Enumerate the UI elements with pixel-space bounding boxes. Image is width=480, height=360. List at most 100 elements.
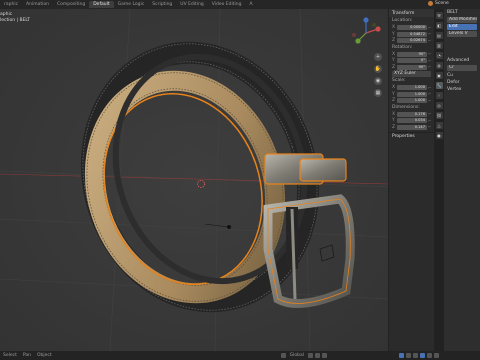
pan-hand-icon[interactable]: ✋ bbox=[374, 65, 382, 73]
lock-icon[interactable]: ⌐ bbox=[428, 99, 432, 103]
modifier-tab-icon[interactable]: 🔧 bbox=[435, 82, 443, 89]
dimensions-x-row: X 0.176 ⌐ bbox=[392, 111, 432, 117]
object-tab-icon[interactable]: ▣ bbox=[435, 72, 443, 79]
dimensions-z-field[interactable]: 0.147 bbox=[397, 124, 427, 130]
lock-icon[interactable]: ⌐ bbox=[428, 39, 432, 43]
xray-icon[interactable] bbox=[406, 353, 411, 358]
location-z-field[interactable]: 0.02674 bbox=[397, 38, 427, 43]
lock-icon[interactable]: ⌐ bbox=[428, 112, 432, 116]
scale-x-row: X 1.000 ⌐ bbox=[392, 85, 432, 91]
data-tab-icon[interactable]: △ bbox=[435, 122, 443, 129]
advanced-option-2[interactable]: Cu bbox=[444, 72, 480, 79]
lock-icon[interactable]: ⌐ bbox=[428, 65, 432, 69]
constraints-tab-icon[interactable]: ⛓ bbox=[435, 112, 443, 119]
shading-solid-icon[interactable] bbox=[420, 353, 425, 358]
scale-y-field[interactable]: 1.000 bbox=[397, 91, 427, 97]
tab-video-editing[interactable]: Video Editing bbox=[208, 1, 246, 8]
transform-orientation-dropdown[interactable]: Global bbox=[287, 353, 307, 358]
dimensions-y-field[interactable]: 0.034 bbox=[397, 118, 427, 123]
status-select: Select bbox=[3, 353, 17, 358]
properties-editor: BELT Add Modifier Edit Levels V Advanced… bbox=[444, 9, 480, 351]
rotation-label: Rotation: bbox=[392, 44, 413, 50]
scene-selector[interactable]: Scene bbox=[435, 1, 449, 6]
tab-uv-editing[interactable]: UV Editing bbox=[176, 1, 207, 8]
location-label: Location: bbox=[392, 18, 413, 23]
view-layer-tab-icon[interactable]: ▥ bbox=[435, 42, 443, 49]
tool-tab-icon[interactable]: ⚒ bbox=[435, 12, 443, 19]
tab-compositing[interactable]: Compositing bbox=[53, 1, 89, 8]
subdivision-edit-button[interactable]: Edit bbox=[447, 24, 477, 30]
pivot-icon[interactable] bbox=[308, 353, 313, 358]
particles-tab-icon[interactable]: ⁘ bbox=[435, 92, 443, 99]
tab-game-logic[interactable]: Game Logic bbox=[114, 1, 149, 8]
transform-orientation-icon[interactable] bbox=[280, 353, 286, 358]
object-name-row[interactable]: BELT bbox=[444, 9, 480, 16]
lock-icon[interactable]: ⌐ bbox=[428, 119, 432, 123]
location-z-row: Z 0.02674 ⌐ bbox=[392, 38, 432, 44]
snap-icon[interactable] bbox=[315, 353, 320, 358]
lock-icon[interactable]: ⌐ bbox=[428, 125, 432, 129]
rotation-z-row: Z 90° ⌐ bbox=[392, 64, 432, 70]
location-x-row: X 0.00000 ⌐ bbox=[392, 25, 432, 31]
tab-scripting[interactable]: Scripting bbox=[148, 1, 176, 8]
scene-tab-icon[interactable]: ◔ bbox=[435, 52, 443, 59]
location-x-field[interactable]: 0.00000 bbox=[397, 25, 427, 30]
workspace-tabs-bar: raphic Animation Compositing Default Gam… bbox=[0, 0, 480, 9]
viewport-nav-tools: + ✋ ◉ ▦ bbox=[374, 53, 382, 97]
rotation-y-row: Y 0° ⌐ bbox=[392, 58, 432, 64]
transform-header[interactable]: Transform bbox=[389, 9, 434, 17]
tab-graphic[interactable]: raphic bbox=[0, 1, 22, 8]
lock-icon[interactable]: ⌐ bbox=[428, 32, 432, 36]
advanced-option-3[interactable]: Defor bbox=[444, 79, 480, 86]
scale-y-row: Y 1.000 ⌐ bbox=[392, 91, 432, 97]
location-y-row: Y 0.54872 ⌐ bbox=[392, 31, 432, 37]
advanced-option-1[interactable]: Cr bbox=[447, 65, 477, 71]
3d-viewport[interactable]: aphic lection | BELT + ✋ ◉ ▦ bbox=[0, 9, 388, 351]
physics-tab-icon[interactable]: ◎ bbox=[435, 102, 443, 109]
viewport-collection-name: lection | BELT bbox=[0, 18, 31, 23]
camera-view-icon[interactable]: ◉ bbox=[374, 77, 382, 85]
advanced-section[interactable]: Advanced bbox=[444, 57, 480, 64]
material-tab-icon[interactable]: ● bbox=[435, 132, 443, 139]
rotation-x-row: X 90° ⌐ bbox=[392, 51, 432, 57]
world-tab-icon[interactable]: ◍ bbox=[435, 62, 443, 69]
proportional-edit-icon[interactable] bbox=[322, 353, 327, 358]
lock-icon[interactable]: ⌐ bbox=[428, 86, 432, 90]
shading-rendered-icon[interactable] bbox=[434, 353, 439, 358]
tab-animation[interactable]: Animation bbox=[22, 1, 53, 8]
transform-title: Transform bbox=[392, 10, 415, 16]
status-pan: Pan bbox=[22, 353, 32, 358]
lock-icon[interactable]: ⌐ bbox=[428, 92, 432, 96]
dimensions-x-field[interactable]: 0.176 bbox=[397, 111, 427, 117]
rotation-mode-dropdown[interactable]: XYZ Euler bbox=[392, 71, 431, 77]
advanced-option-4[interactable]: Vertex bbox=[444, 86, 480, 93]
scale-x-field[interactable]: 1.000 bbox=[397, 85, 427, 90]
rotation-x-field[interactable]: 90° bbox=[397, 51, 427, 57]
lock-icon[interactable]: ⌐ bbox=[428, 59, 432, 63]
add-modifier-button[interactable]: Add Modifier bbox=[447, 17, 477, 23]
lock-icon[interactable]: ⌐ bbox=[428, 26, 432, 30]
viewport-canvas bbox=[0, 9, 388, 351]
shading-material-icon[interactable] bbox=[427, 353, 432, 358]
shading-wireframe-icon[interactable] bbox=[413, 353, 418, 358]
navigation-gizmo[interactable] bbox=[348, 15, 384, 51]
status-bar: Select Pan Object Global bbox=[0, 351, 480, 360]
tab-add[interactable]: A bbox=[245, 1, 256, 8]
tab-default[interactable]: Default bbox=[89, 1, 114, 8]
location-y-field[interactable]: 0.54872 bbox=[397, 31, 427, 37]
scene-icon bbox=[428, 1, 433, 6]
render-tab-icon[interactable]: ◧ bbox=[435, 22, 443, 29]
output-tab-icon[interactable]: ▤ bbox=[435, 32, 443, 39]
overlay-toggle-icon[interactable] bbox=[399, 353, 404, 358]
status-object: Object bbox=[37, 353, 52, 358]
levels-viewport-field[interactable]: Levels V bbox=[447, 31, 477, 37]
lock-icon[interactable]: ⌐ bbox=[428, 52, 432, 56]
grid-view-icon[interactable]: ▦ bbox=[374, 89, 382, 97]
rotation-y-field[interactable]: 0° bbox=[397, 58, 427, 63]
zoom-icon[interactable]: + bbox=[374, 53, 382, 61]
scale-z-field[interactable]: 1.000 bbox=[397, 98, 427, 103]
dimensions-z-row: Z 0.147 ⌐ bbox=[392, 124, 432, 130]
properties-section-header[interactable]: Properties bbox=[389, 132, 434, 139]
viewport-info-overlay: aphic lection | BELT bbox=[0, 12, 30, 24]
rotation-z-field[interactable]: 90° bbox=[397, 64, 427, 70]
